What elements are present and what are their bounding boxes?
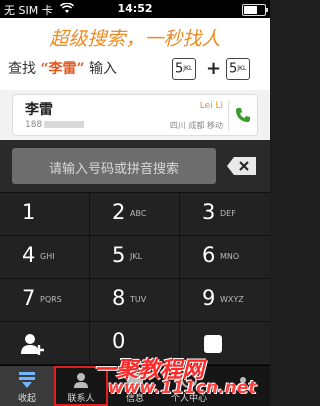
messages-tab[interactable]: 信息 — [108, 366, 162, 406]
card-divider — [228, 101, 229, 131]
profile-icon — [181, 372, 197, 388]
key-letters: DEF — [220, 209, 236, 218]
key-3[interactable]: 3 DEF — [180, 193, 270, 236]
key-letters: JKL — [130, 252, 143, 261]
key-letters: TUV — [130, 295, 147, 304]
instruction-name: “李雷” — [40, 61, 85, 77]
phone-prefix: 188 — [25, 120, 43, 130]
phone-call-icon[interactable] — [235, 107, 251, 123]
key-letters: GHI — [40, 252, 55, 261]
battery-icon — [242, 4, 268, 16]
key-number: 6 — [202, 243, 216, 267]
contact-location: 四川 成都 移动 — [169, 121, 223, 130]
collapse-label: 收起 — [17, 394, 36, 404]
key-letters: PQRS — [40, 295, 62, 304]
search-placeholder: 请输入号码或拼音搜索 — [48, 162, 179, 177]
key-number: 5 — [112, 243, 126, 267]
instruction-suffix: 输入 — [89, 61, 118, 77]
plus-sign: + — [206, 58, 222, 79]
key-5-illustration-2: 5JKL — [226, 58, 250, 80]
messages-label: 信息 — [125, 394, 144, 404]
message-icon — [127, 374, 143, 388]
search-bar: 请输入号码或拼音搜索 — [0, 140, 270, 193]
profile-tab[interactable]: 个人中心 — [162, 366, 216, 406]
settings-tab[interactable] — [216, 366, 270, 406]
instruction-prefix: 查找 — [8, 61, 36, 77]
add-contact-key[interactable] — [0, 322, 90, 365]
key-number: 1 — [22, 200, 36, 224]
key-number: 3 — [202, 200, 216, 224]
more-key[interactable] — [180, 322, 270, 365]
key-5[interactable]: 5 JKL — [90, 236, 180, 279]
key-number: 7 — [22, 286, 36, 310]
profile-label: 个人中心 — [170, 394, 207, 404]
collapse-icon — [19, 372, 35, 388]
contact-result: 李雷 188 Lei Li 四川 成都 移动 — [0, 90, 270, 140]
status-bar: 无 SIM 卡 14:52 — [0, 0, 270, 18]
key-6[interactable]: 6 MNO — [180, 236, 270, 279]
search-input[interactable]: 请输入号码或拼音搜索 — [12, 148, 216, 184]
key-number: 0 — [112, 329, 126, 353]
promo-banner: 超级搜索，一秒找人 查找 “李雷” 输入 5JKL + 5JKL — [0, 18, 270, 90]
contact-pinyin: Lei Li — [199, 101, 223, 111]
add-contact-icon — [21, 334, 44, 355]
dial-keypad: 1 2 ABC 3 DEF 4 GHI 5 JKL 6 MNO 7 PQRS 8… — [0, 193, 270, 365]
key-number: 2 — [112, 200, 126, 224]
key-number: 9 — [202, 286, 216, 310]
more-icon — [204, 335, 222, 353]
key-4[interactable]: 4 GHI — [0, 236, 90, 279]
contacts-tab[interactable]: 联系人 — [54, 366, 108, 406]
collapse-button[interactable]: 收起 — [0, 366, 54, 406]
key-letters: ABC — [130, 209, 147, 218]
key-2[interactable]: 2 ABC — [90, 193, 180, 236]
bottom-toolbar: 收起 联系人 信息 个人中心 — [0, 365, 270, 406]
phone-mask — [44, 121, 85, 128]
promo-headline: 超级搜索，一秒找人 — [49, 28, 221, 50]
contacts-icon — [74, 373, 88, 388]
contact-phone: 188 — [25, 120, 85, 130]
settings-icon — [240, 377, 246, 383]
contact-name: 李雷 — [25, 102, 53, 118]
key-number: 8 — [112, 286, 126, 310]
key-7[interactable]: 7 PQRS — [0, 279, 90, 322]
contacts-label: 联系人 — [67, 394, 95, 404]
contact-card[interactable]: 李雷 188 Lei Li 四川 成都 移动 — [12, 94, 258, 136]
key-letters: JKL — [183, 65, 193, 72]
key-letters: WXYZ — [220, 295, 244, 304]
key-0[interactable]: 0 — [90, 322, 180, 365]
key-letters-2: JKL — [237, 65, 247, 72]
key-1[interactable]: 1 — [0, 193, 90, 236]
key-9[interactable]: 9 WXYZ — [180, 279, 270, 322]
promo-instruction: 查找 “李雷” 输入 — [8, 58, 117, 78]
key-number: 4 — [22, 243, 36, 267]
key-5-illustration: 5JKL — [172, 58, 196, 80]
clock: 14:52 — [117, 2, 153, 15]
key-letters: MNO — [220, 252, 240, 261]
key-8[interactable]: 8 TUV — [90, 279, 180, 322]
backspace-icon[interactable] — [226, 156, 258, 176]
